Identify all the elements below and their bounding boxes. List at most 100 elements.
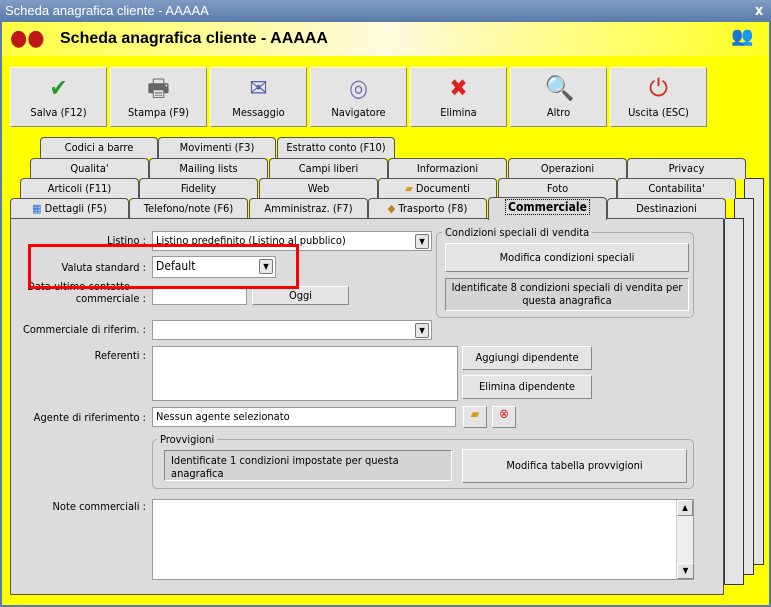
window-titlebar: Scheda anagrafica cliente - AAAAA bbox=[0, 0, 771, 22]
toolbar-button-label: Salva (F12) bbox=[30, 106, 87, 119]
data-contatto-label-2: commerciale : bbox=[75, 292, 146, 305]
chevron-down-icon[interactable]: ▼ bbox=[259, 259, 273, 274]
provvigioni-title: Provvigioni bbox=[157, 433, 218, 446]
chevron-down-icon[interactable]: ▼ bbox=[415, 323, 429, 338]
tab-contabilita[interactable]: Contabilita' bbox=[617, 178, 736, 199]
close-button[interactable]: x bbox=[751, 3, 767, 19]
tab-label: Mailing lists bbox=[179, 162, 238, 175]
toolbar-button-altro[interactable]: 🔍 Altro bbox=[510, 67, 607, 127]
scroll-down-icon[interactable]: ▼ bbox=[677, 563, 694, 579]
check-icon: ✔ bbox=[49, 74, 68, 102]
tab-codici-a-barre[interactable]: Codici a barre bbox=[40, 137, 158, 158]
toolbar-button-label: Elimina bbox=[440, 106, 477, 119]
tab-trasporto-f8[interactable]: ◆ Trasporto (F8) bbox=[368, 198, 487, 219]
agente-field[interactable]: Nessun agente selezionato bbox=[152, 407, 456, 427]
tab-label: Movimenti (F3) bbox=[179, 141, 255, 154]
tab-estratto-conto-f10[interactable]: Estratto conto (F10) bbox=[277, 137, 395, 158]
referenti-list[interactable] bbox=[152, 346, 458, 401]
tab-label: Web bbox=[307, 182, 330, 195]
tab-label: Qualita' bbox=[70, 162, 109, 175]
tab-dettagli-f5[interactable]: ▦ Dettagli (F5) bbox=[10, 198, 129, 219]
toolbar-button-label: Messaggio bbox=[232, 106, 285, 119]
envelope-pen-icon: ✉ bbox=[249, 74, 268, 102]
toolbar-button-messaggio[interactable]: ✉ Messaggio bbox=[210, 67, 307, 127]
tab-label: Operazioni bbox=[540, 162, 595, 175]
condizioni-speciali-title: Condizioni speciali di vendita bbox=[442, 226, 593, 239]
remove-agent-icon[interactable]: ⊗ bbox=[492, 406, 516, 428]
valuta-label: Valuta standard : bbox=[61, 261, 146, 274]
header-title: Scheda anagrafica cliente - AAAAA bbox=[60, 30, 328, 47]
toolbar-button-label: Stampa (F9) bbox=[127, 106, 190, 119]
commerciale-select[interactable]: ▼ bbox=[152, 320, 432, 340]
tab-label: Foto bbox=[546, 182, 569, 195]
toolbar-button-label: Navigatore bbox=[331, 106, 386, 119]
provvigioni-info: Identificate 1 condizioni impostate per … bbox=[164, 450, 452, 481]
tab-label: Privacy bbox=[668, 162, 705, 175]
tab-label: Articoli (F11) bbox=[47, 182, 112, 195]
users-icon[interactable]: 👥 bbox=[731, 26, 757, 50]
delete-x-icon: ✖ bbox=[449, 74, 468, 102]
data-contatto-input[interactable] bbox=[152, 286, 247, 305]
commerciale-label: Commerciale di riferim. : bbox=[22, 323, 146, 336]
tab-fidelity[interactable]: Fidelity bbox=[139, 178, 258, 199]
condizioni-info: Identificate 8 condizioni speciali di ve… bbox=[445, 278, 689, 311]
toolbar-button-stampa[interactable]: 🖶 Stampa (F9) bbox=[110, 67, 207, 127]
toolbar-button-uscita[interactable]: ⏻ Uscita (ESC) bbox=[610, 67, 707, 127]
note-label: Note commerciali : bbox=[52, 500, 147, 513]
toolbar-button-salva[interactable]: ✔ Salva (F12) bbox=[10, 67, 107, 127]
magnifier-book-icon: 🔍 bbox=[544, 74, 575, 102]
tab-informazioni[interactable]: Informazioni bbox=[388, 158, 507, 179]
toolbar-button-navigatore[interactable]: ◎ Navigatore bbox=[310, 67, 407, 127]
tab-label: Destinazioni bbox=[636, 202, 697, 215]
tab-foto[interactable]: Foto bbox=[498, 178, 617, 199]
toolbar-button-elimina[interactable]: ✖ Elimina bbox=[410, 67, 507, 127]
note-scrollbar[interactable]: ▲ ▼ bbox=[676, 500, 694, 579]
tab-label: Fidelity bbox=[180, 182, 217, 195]
note-textarea[interactable] bbox=[152, 499, 694, 580]
valuta-value: Default bbox=[156, 259, 196, 273]
compass-icon: ◎ bbox=[349, 74, 368, 102]
scroll-up-icon[interactable]: ▲ bbox=[677, 500, 693, 516]
tab-documenti[interactable]: ▰ Documenti bbox=[378, 178, 497, 199]
tab-label: Amministraz. (F7) bbox=[264, 202, 353, 215]
tab-operazioni[interactable]: Operazioni bbox=[508, 158, 627, 179]
tab-web[interactable]: Web bbox=[259, 178, 378, 199]
truck-icon: ◆ bbox=[387, 202, 399, 215]
tab-label: Informazioni bbox=[416, 162, 479, 175]
tab-label: Commerciale bbox=[505, 199, 590, 215]
tab-commerciale[interactable]: Commerciale bbox=[488, 197, 607, 220]
aggiungi-dipendente-button[interactable]: Aggiungi dipendente bbox=[462, 346, 592, 370]
tab-label: Trasporto (F8) bbox=[398, 202, 468, 215]
tab-label: Codici a barre bbox=[64, 141, 134, 154]
window-title: Scheda anagrafica cliente - AAAAA bbox=[5, 3, 209, 18]
listino-select[interactable]: Listino predefinito (Listino al pubblico… bbox=[152, 231, 432, 251]
listino-label: Listino : bbox=[107, 234, 146, 247]
tab-destinazioni[interactable]: Destinazioni bbox=[607, 198, 726, 219]
tab-campi-liberi[interactable]: Campi liberi bbox=[269, 158, 388, 179]
strawberry-logo-icon: ●● bbox=[10, 26, 45, 51]
tab-label: Campi liberi bbox=[298, 162, 359, 175]
chevron-down-icon[interactable]: ▼ bbox=[415, 234, 429, 249]
tab-articoli-f11[interactable]: Articoli (F11) bbox=[20, 178, 139, 199]
tab-qualita[interactable]: Qualita' bbox=[30, 158, 149, 179]
referenti-label: Referenti : bbox=[94, 349, 146, 362]
tab-stack-edge bbox=[724, 218, 744, 585]
valuta-select[interactable]: Default ▼ bbox=[152, 256, 276, 278]
modifica-provvigioni-button[interactable]: Modifica tabella provvigioni bbox=[462, 449, 687, 483]
tab-label: Telefono/note (F6) bbox=[143, 202, 234, 215]
tab-mailing-lists[interactable]: Mailing lists bbox=[149, 158, 268, 179]
elimina-dipendente-button[interactable]: Elimina dipendente bbox=[462, 375, 592, 399]
folder-icon[interactable]: ▰ bbox=[463, 406, 487, 428]
tab-label: Contabilita' bbox=[648, 182, 705, 195]
modifica-condizioni-button[interactable]: Modifica condizioni speciali bbox=[445, 243, 689, 272]
tab-label: Dettagli (F5) bbox=[44, 202, 107, 215]
tab-privacy[interactable]: Privacy bbox=[627, 158, 746, 179]
tab-label: Estratto conto (F10) bbox=[286, 141, 386, 154]
oggi-button[interactable]: Oggi bbox=[252, 286, 349, 305]
toolbar-button-label: Uscita (ESC) bbox=[628, 106, 689, 119]
tab-label: Documenti bbox=[415, 182, 470, 195]
tab-movimenti-f3[interactable]: Movimenti (F3) bbox=[158, 137, 276, 158]
power-icon: ⏻ bbox=[649, 74, 668, 102]
tab-telefono-note-f6[interactable]: Telefono/note (F6) bbox=[129, 198, 248, 219]
tab-amministraz-f7[interactable]: Amministraz. (F7) bbox=[249, 198, 368, 219]
